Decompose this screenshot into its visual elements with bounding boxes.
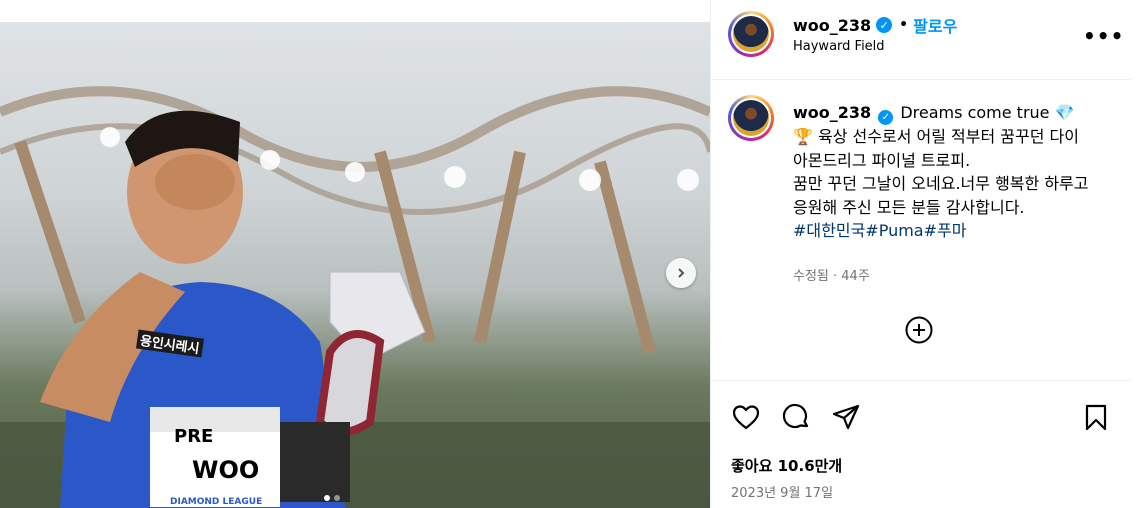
action-bar <box>711 400 1131 436</box>
bib-sponsor: DIAMOND LEAGUE <box>170 497 263 507</box>
location-link[interactable]: Hayward Field <box>793 39 885 54</box>
hashtag[interactable]: #대한민국 <box>793 221 865 240</box>
chevron-right-icon <box>675 264 687 283</box>
hashtag[interactable]: #푸마 <box>924 221 967 240</box>
gem-icon: 💎 <box>1054 103 1075 122</box>
verified-badge-icon: ✓ <box>876 17 893 33</box>
caption-meta: 수정됨 · 44주 <box>793 269 870 284</box>
more-options-icon[interactable]: ••• <box>1083 24 1124 48</box>
hashtag[interactable]: #Puma <box>865 221 923 240</box>
caption-line-2: 꿈만 꾸던 그날이 오네요.너무 행복한 하루고 응원해 주신 모든 분들 감사… <box>793 174 1089 217</box>
avatar[interactable] <box>728 11 774 57</box>
send-icon[interactable] <box>831 402 861 432</box>
separator: • <box>899 17 909 33</box>
post-panel: woo_238 ✓ • 팔로우 Hayward Field ••• woo_23… <box>710 0 1131 508</box>
caption-title: Dreams come true <box>900 103 1050 122</box>
follow-button[interactable]: 팔로우 <box>913 13 957 37</box>
caption-username[interactable]: woo_238 <box>793 103 871 122</box>
bib-brand: PRE <box>174 426 214 447</box>
bib-name: WOO <box>192 456 260 484</box>
bookmark-icon[interactable] <box>1081 402 1111 432</box>
comment-icon[interactable] <box>781 402 811 432</box>
likes-count[interactable]: 좋아요 10.6만개 <box>731 455 842 476</box>
verified-badge-icon: ✓ <box>878 110 894 126</box>
media-area: PRE WOO DIAMOND LEAGUE 용인시레시 <box>0 0 710 508</box>
post-date: 2023년 9월 17일 <box>731 486 834 501</box>
caption: woo_238 ✓ Dreams come true 💎 🏆 육상 선수로서 어… <box>793 101 1093 243</box>
caption-line-1: 육상 선수로서 어릴 적부터 꿈꾸던 다이아몬드리그 파이널 트로피. <box>793 127 1079 170</box>
photo-illustration <box>0 86 710 508</box>
hashtags: #대한민국#Puma#푸마 <box>793 219 1093 243</box>
caption-avatar[interactable] <box>728 95 774 141</box>
add-circle-icon[interactable] <box>904 315 934 345</box>
carousel-dot-active <box>324 495 330 501</box>
next-media-button[interactable] <box>666 258 696 288</box>
heart-icon[interactable] <box>731 402 761 432</box>
carousel-dot <box>334 495 340 501</box>
username-link[interactable]: woo_238 <box>793 16 871 35</box>
post-viewer: PRE WOO DIAMOND LEAGUE 용인시레시 woo_238 ✓ •… <box>0 0 1138 508</box>
trophy-icon: 🏆 <box>793 127 813 147</box>
post-header: woo_238 ✓ • 팔로우 Hayward Field ••• <box>711 0 1131 80</box>
post-photo[interactable]: PRE WOO DIAMOND LEAGUE 용인시레시 <box>0 22 710 508</box>
divider <box>711 380 1131 381</box>
carousel-dots <box>324 495 340 501</box>
